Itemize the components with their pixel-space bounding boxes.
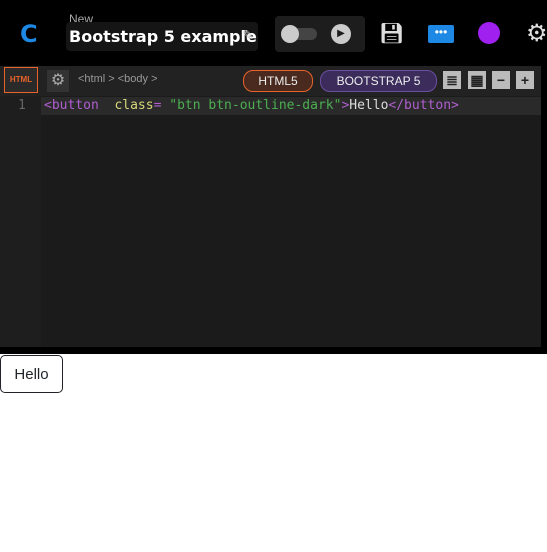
code-tag-close: </button> (388, 98, 459, 113)
code-eq: = (153, 98, 162, 113)
editor-settings-icon[interactable]: ⚙ (47, 70, 69, 92)
code-attr: class (114, 98, 154, 113)
code-value: "btn btn-outline-dark" (169, 98, 342, 113)
zoom-out-icon[interactable]: − (492, 71, 510, 89)
breadcrumb: <html > <body > (78, 73, 158, 85)
grid-icon[interactable]: ▦ (468, 71, 486, 89)
zoom-in-icon[interactable]: + (516, 71, 534, 89)
code-text: Hello (349, 98, 389, 113)
autorun-toggle[interactable] (281, 25, 317, 43)
palette-icon[interactable] (478, 22, 500, 44)
html5-pill[interactable]: HTML5 (243, 70, 313, 92)
run-controls: ▶ (275, 16, 365, 52)
tag-more-icon[interactable]: ••• (428, 25, 454, 43)
project-title: Bootstrap 5 example (69, 27, 257, 46)
bootstrap-pill[interactable]: BOOTSTRAP 5 (320, 70, 437, 92)
editor-scrollbar[interactable] (541, 66, 547, 347)
code-line[interactable]: <button class= "btn btn-outline-dark">He… (41, 97, 544, 115)
line-number: 1 (18, 98, 26, 113)
app-header: C New Bootstrap 5 example ✎ ▶ 💾︎ ••• ⚙ (0, 0, 547, 66)
code-editor[interactable]: HTML ⚙ <html > <body > HTML5 BOOTSTRAP 5… (0, 66, 544, 347)
save-icon[interactable]: 💾︎ (379, 22, 404, 46)
code-tag-open: <button (44, 98, 99, 113)
project-title-input[interactable]: Bootstrap 5 example ✎ (66, 22, 258, 51)
html-badge: HTML (4, 67, 38, 93)
pencil-icon[interactable]: ✎ (242, 22, 254, 51)
settings-icon[interactable]: ⚙ (526, 22, 547, 46)
clipboard-icon[interactable]: ≣ (443, 71, 461, 89)
play-icon[interactable]: ▶ (331, 24, 351, 44)
splitter[interactable] (0, 347, 547, 354)
app-logo[interactable]: C (20, 20, 38, 48)
hello-button[interactable]: Hello (0, 355, 63, 393)
line-gutter (0, 96, 41, 347)
editor-toolbar: HTML ⚙ <html > <body > HTML5 BOOTSTRAP 5… (0, 66, 541, 96)
